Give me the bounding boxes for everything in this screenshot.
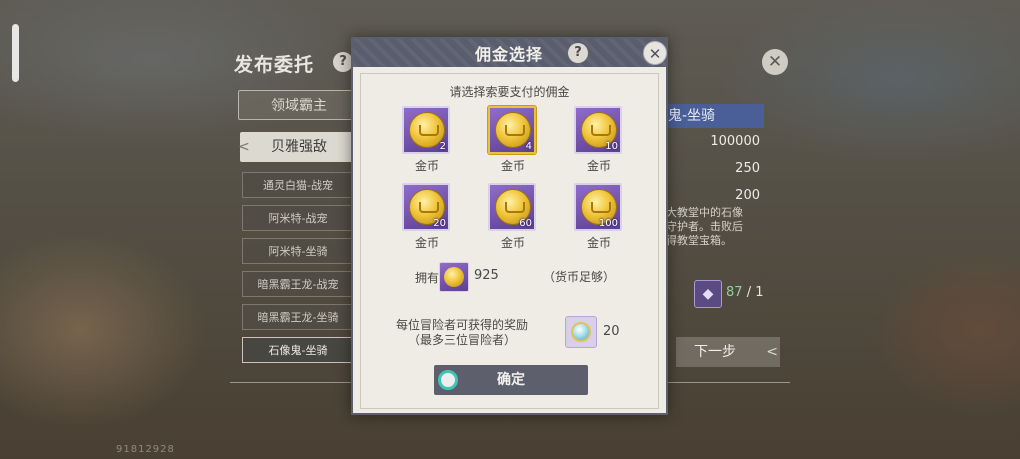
coin-quantity: 10 xyxy=(605,141,618,152)
dialog-title: 佣金选择 xyxy=(475,45,544,64)
question-circle-icon[interactable]: ? xyxy=(333,52,353,72)
coin-quantity: 2 xyxy=(439,141,446,152)
crystal-medal-icon xyxy=(565,316,597,348)
stat-value: 250 xyxy=(735,161,760,176)
coin-quantity: 20 xyxy=(433,218,446,229)
commission-option[interactable]: 60 金币 xyxy=(488,183,538,251)
confirm-label: 确定 xyxy=(497,372,525,388)
tab-beya-enemy[interactable]: 贝雅强敌 xyxy=(238,132,358,162)
stat-value: 100000 xyxy=(710,134,760,149)
coin-label: 金币 xyxy=(500,159,525,173)
coin-label: 金币 xyxy=(586,236,611,250)
tab-domain-overlord[interactable]: 领域霸主 xyxy=(238,90,360,120)
commission-option[interactable]: 100 金币 xyxy=(574,183,624,251)
target-description: 大教堂中的石像 守护者。击败后 得教堂宝箱。 xyxy=(666,206,743,247)
close-icon[interactable]: ✕ xyxy=(762,49,788,75)
next-step-button[interactable]: 下一步 xyxy=(676,337,780,367)
coin-quantity: 100 xyxy=(598,218,618,229)
question-circle-icon[interactable]: ? xyxy=(568,43,588,63)
coin-label: 金币 xyxy=(500,236,525,250)
relic-count: 87 / 1 xyxy=(726,285,763,300)
reward-label: 每位冒险者可获得的奖励 （最多三位冒险者） xyxy=(395,318,528,347)
reward-value: 20 xyxy=(603,324,620,339)
list-item[interactable]: 通灵白猫-战宠 xyxy=(242,172,354,198)
coin-label: 金币 xyxy=(586,159,611,173)
coin-quantity: 60 xyxy=(519,218,532,229)
confirm-ring-icon xyxy=(438,370,458,390)
commission-option-selected[interactable]: 4 金币 xyxy=(488,106,538,174)
list-item[interactable]: 暗黑霸王龙-战宠 xyxy=(242,271,354,297)
confirm-button[interactable]: 确定 xyxy=(434,365,588,395)
commission-select-dialog: 佣金选择 ? ✕ 请选择索要支付的佣金 2 金币 4 金币 10 金币 20 金… xyxy=(351,37,668,415)
selected-target-header: 鬼-坐骑 xyxy=(664,104,764,128)
relic-total: / 1 xyxy=(746,285,764,300)
list-item[interactable]: 暗黑霸王龙-坐骑 xyxy=(242,304,354,330)
gold-coin-icon: 4 xyxy=(488,106,536,154)
side-drawer-handle[interactable] xyxy=(12,24,19,82)
commission-prompt: 请选择索要支付的佣金 xyxy=(449,85,570,99)
relic-have: 87 xyxy=(726,285,743,300)
stat-value: 200 xyxy=(735,188,760,203)
currency-status: （货币足够） xyxy=(543,270,616,284)
commission-option[interactable]: 20 金币 xyxy=(402,183,452,251)
coin-label: 金币 xyxy=(414,159,439,173)
commission-option[interactable]: 10 金币 xyxy=(574,106,624,174)
panel-title: 发布委托 xyxy=(234,54,315,76)
list-item[interactable]: 阿米特-战宠 xyxy=(242,205,354,231)
gold-coin-icon: 60 xyxy=(488,183,536,231)
player-id-text: 91812928 xyxy=(116,444,175,455)
owned-value: 925 xyxy=(474,268,499,283)
commission-option[interactable]: 2 金币 xyxy=(402,106,452,174)
list-item-selected[interactable]: 石像鬼-坐骑 xyxy=(242,337,354,363)
gold-coin-icon: 20 xyxy=(402,183,450,231)
gold-coin-icon: 2 xyxy=(402,106,450,154)
coin-label: 金币 xyxy=(414,236,439,250)
coin-quantity: 4 xyxy=(525,141,532,152)
list-item[interactable]: 阿米特-坐骑 xyxy=(242,238,354,264)
gold-coin-icon: 10 xyxy=(574,106,622,154)
relic-icon: ◆ xyxy=(694,280,722,308)
gold-coin-icon xyxy=(439,262,469,292)
owned-label: 拥有 xyxy=(415,271,440,285)
close-icon[interactable]: ✕ xyxy=(643,41,667,65)
gold-coin-icon: 100 xyxy=(574,183,622,231)
